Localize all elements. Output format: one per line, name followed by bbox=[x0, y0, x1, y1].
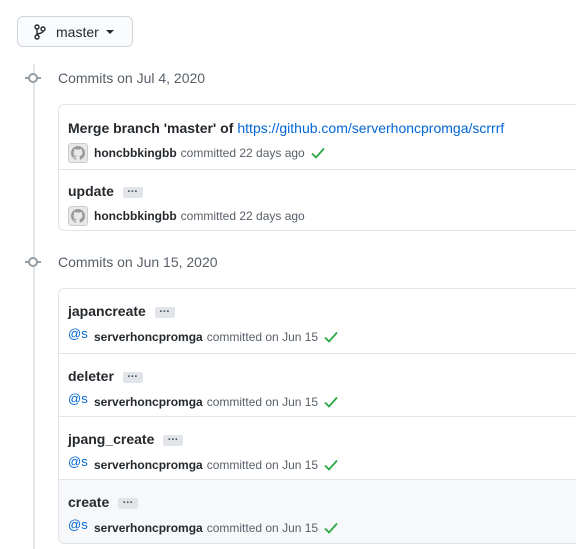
commit-group-header: Commits on Jun 15, 2020 bbox=[25, 252, 218, 272]
commit-author[interactable]: serverhoncpromga bbox=[94, 521, 203, 535]
commit-message[interactable]: update bbox=[68, 183, 114, 199]
github-octocat-icon bbox=[71, 209, 85, 223]
commit-list: Merge branch 'master' of https://github.… bbox=[58, 104, 576, 231]
expand-message-button[interactable]: … bbox=[118, 494, 139, 509]
commit-group-header: Commits on Jul 4, 2020 bbox=[25, 68, 205, 88]
branch-name: master bbox=[56, 23, 99, 40]
commit-time: committed on Jun 15 bbox=[206, 521, 319, 535]
avatar-placeholder[interactable]: @s bbox=[68, 517, 88, 532]
check-icon[interactable] bbox=[311, 147, 325, 159]
commit-row[interactable]: japancreate … @s serverhoncpromga commit… bbox=[59, 289, 576, 353]
git-branch-icon bbox=[34, 23, 46, 40]
github-octocat-icon bbox=[71, 146, 85, 160]
commit-message[interactable]: jpang_create bbox=[68, 431, 154, 447]
commit-author[interactable]: serverhoncpromga bbox=[94, 458, 203, 472]
commit-list: japancreate … @s serverhoncpromga commit… bbox=[58, 288, 576, 544]
commit-group-date: Commits on Jul 4, 2020 bbox=[58, 70, 206, 86]
commit-author[interactable]: honcbbkingbb bbox=[94, 146, 177, 160]
commit-row[interactable]: Merge branch 'master' of https://github.… bbox=[59, 105, 576, 169]
timeline-line bbox=[33, 64, 35, 549]
commit-author[interactable]: honcbbkingbb bbox=[94, 209, 177, 223]
avatar[interactable] bbox=[68, 206, 88, 226]
branch-selector-button[interactable]: master bbox=[17, 16, 133, 47]
avatar[interactable] bbox=[68, 143, 88, 163]
check-icon[interactable] bbox=[324, 459, 338, 471]
commit-message[interactable]: create bbox=[68, 494, 109, 510]
commit-time: committed on Jun 15 bbox=[206, 330, 319, 344]
commit-author[interactable]: serverhoncpromga bbox=[94, 395, 203, 409]
commit-row[interactable]: update … honcbbkingbb committed 22 days … bbox=[59, 169, 576, 230]
avatar-placeholder[interactable]: @s bbox=[68, 391, 88, 406]
commit-time: committed 22 days ago bbox=[180, 209, 305, 223]
check-icon[interactable] bbox=[324, 522, 338, 534]
commit-message[interactable]: Merge branch 'master' of bbox=[68, 120, 233, 136]
commit-link[interactable]: https://github.com/serverhoncpromga/scrr… bbox=[237, 120, 504, 136]
avatar-placeholder[interactable]: @s bbox=[68, 326, 88, 341]
check-icon[interactable] bbox=[324, 396, 338, 408]
commit-time: committed on Jun 15 bbox=[206, 395, 319, 409]
expand-message-button[interactable]: … bbox=[163, 431, 184, 446]
commit-row[interactable]: create … @s serverhoncpromga committed o… bbox=[59, 479, 576, 543]
commit-time: committed 22 days ago bbox=[180, 146, 305, 160]
commit-node-icon bbox=[25, 70, 41, 86]
commit-row[interactable]: deleter … @s serverhoncpromga committed … bbox=[59, 353, 576, 416]
expand-message-button[interactable]: … bbox=[122, 368, 143, 383]
commit-node-icon bbox=[25, 254, 41, 270]
commit-time: committed on Jun 15 bbox=[206, 458, 319, 472]
commit-row[interactable]: jpang_create … @s serverhoncpromga commi… bbox=[59, 416, 576, 479]
commit-author[interactable]: serverhoncpromga bbox=[94, 330, 203, 344]
avatar-placeholder[interactable]: @s bbox=[68, 454, 88, 469]
commit-message[interactable]: deleter bbox=[68, 368, 114, 384]
expand-message-button[interactable]: … bbox=[122, 183, 143, 198]
check-icon[interactable] bbox=[324, 331, 338, 343]
commit-message[interactable]: japancreate bbox=[68, 303, 146, 319]
expand-message-button[interactable]: … bbox=[154, 303, 175, 318]
chevron-down-icon bbox=[105, 29, 114, 34]
commit-group-date: Commits on Jun 15, 2020 bbox=[58, 254, 218, 270]
